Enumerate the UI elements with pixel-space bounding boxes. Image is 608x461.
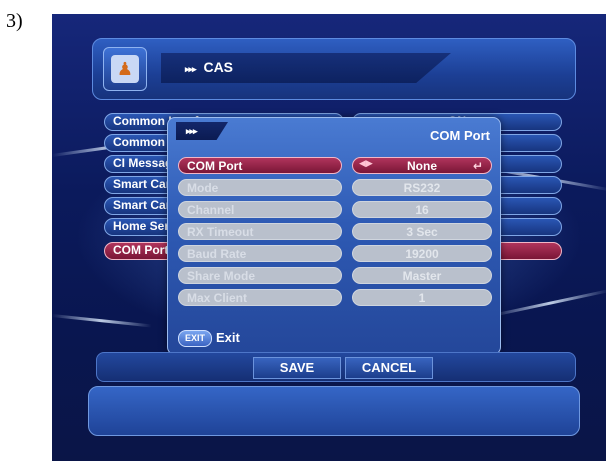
dialog-title: COM Port — [430, 128, 490, 143]
cancel-button[interactable]: CANCEL — [345, 357, 433, 379]
share-mode-value[interactable]: Master — [352, 267, 492, 284]
dialog-tab-arrows: ▸▸▸ — [176, 122, 228, 140]
exit-label: Exit — [216, 330, 240, 345]
max-client-row-label[interactable]: Max Client — [178, 289, 342, 306]
baud-rate-value[interactable]: 19200 — [352, 245, 492, 262]
max-client-value[interactable]: 1 — [352, 289, 492, 306]
enter-icon: ↵ — [472, 159, 483, 173]
mode-row-label[interactable]: Mode — [178, 179, 342, 196]
com-port-dialog: ▸▸▸ COM Port COM Port ◀▶ None ↵ Mode RS2… — [167, 117, 501, 355]
header-arrows: ▸▸▸ — [185, 64, 197, 74]
step-label: 3) — [6, 10, 23, 32]
save-button[interactable]: SAVE — [253, 357, 341, 379]
header-bar: ♟ ▸▸▸ CAS — [92, 38, 576, 100]
mode-value[interactable]: RS232 — [352, 179, 492, 196]
com-port-row-label[interactable]: COM Port — [178, 157, 342, 174]
exit-key-icon: EXIT — [178, 330, 213, 348]
exit-hint[interactable]: EXIT Exit — [178, 330, 240, 348]
info-panel — [88, 386, 580, 436]
header-tab: ▸▸▸ CAS — [161, 53, 451, 83]
channel-row-label[interactable]: Channel — [178, 201, 342, 218]
rx-timeout-value[interactable]: 3 Sec — [352, 223, 492, 240]
rx-timeout-row-label[interactable]: RX Timeout — [178, 223, 342, 240]
button-bar: SAVE CANCEL — [96, 352, 576, 382]
page-title: CAS — [203, 59, 234, 75]
com-port-value-selector[interactable]: ◀▶ None ↵ — [352, 157, 492, 174]
baud-rate-row-label[interactable]: Baud Rate — [178, 245, 342, 262]
user-menu-icon: ♟ — [103, 47, 147, 91]
tv-screen: ♟ ▸▸▸ CAS Common Interface ON Common Int… — [52, 14, 606, 461]
share-mode-row-label[interactable]: Share Mode — [178, 267, 342, 284]
channel-value[interactable]: 16 — [352, 201, 492, 218]
